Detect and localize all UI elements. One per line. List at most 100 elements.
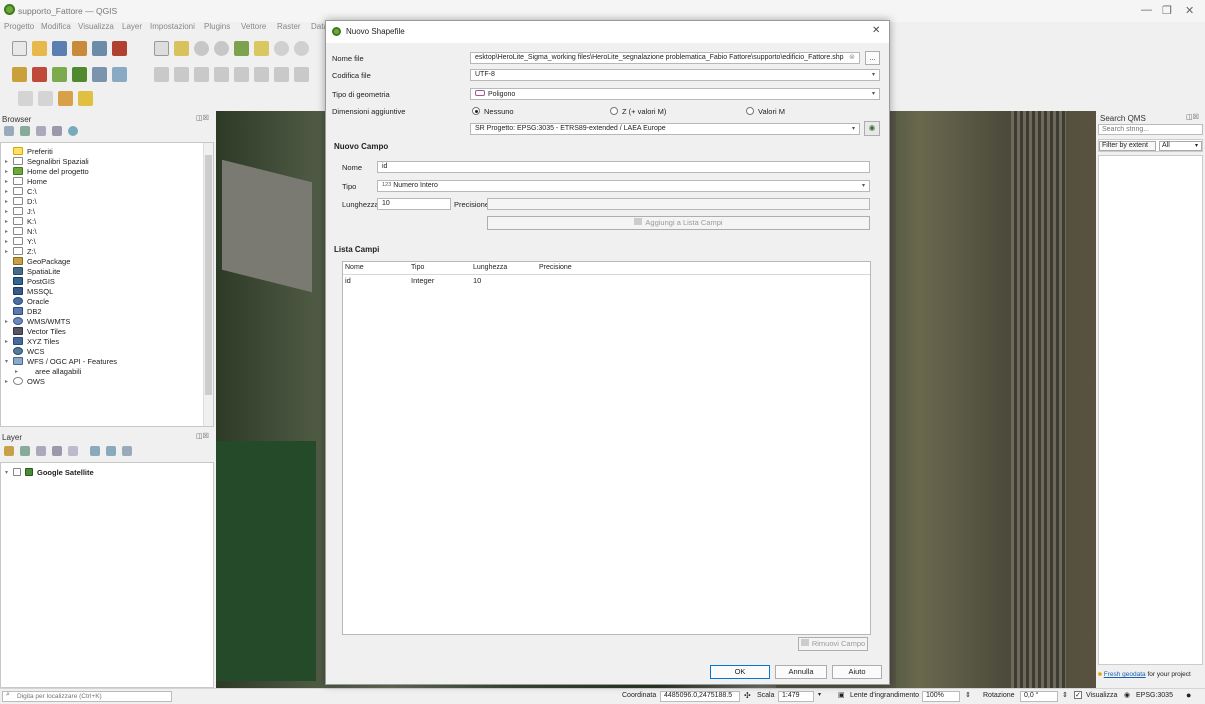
scrollbar-thumb[interactable] [205,155,212,395]
copy-features-icon[interactable] [214,67,229,82]
browser-item[interactable]: Vector Tiles [5,326,66,336]
deselect-icon[interactable] [58,91,73,106]
remove-field-button[interactable]: Rimuovi Campo [798,637,868,651]
zoom-out-icon[interactable] [214,41,229,56]
digitize-icon[interactable] [72,67,87,82]
file-path-input[interactable]: esktop\HeroLite_Sigma_working files\Hero… [470,52,860,64]
pan-icon[interactable] [154,41,169,56]
chevron-down-icon[interactable]: ▾ [818,691,821,698]
vertex-tool-icon[interactable] [112,67,127,82]
browse-file-button[interactable]: ... [865,51,880,65]
field-name-input[interactable]: id [377,161,870,173]
properties-icon[interactable] [68,126,78,136]
crs-select[interactable]: SR Progetto: EPSG:3035 - ETRS89-extended… [470,123,860,135]
style-manager-icon[interactable] [112,41,127,56]
column-header-name[interactable]: Nome [345,264,364,271]
add-feature-icon[interactable] [92,67,107,82]
browser-item[interactable]: ▸ Z:\ [5,246,36,256]
browser-item[interactable]: ▸ J:\ [5,206,35,216]
radio-z-m[interactable] [610,107,618,115]
layout-manager-icon[interactable] [92,41,107,56]
dock-close-icon[interactable]: ◫☒ [196,432,209,440]
browser-item[interactable]: ▸ N:\ [5,226,37,236]
layer-filter-icon[interactable] [52,446,62,456]
qms-filter-button[interactable]: Filter by extent [1099,141,1156,151]
browser-item[interactable]: ▸ D:\ [5,196,37,206]
field-length-input[interactable]: 10 [377,198,451,210]
spin-icon[interactable]: ⇕ [965,691,971,699]
cancel-button[interactable]: Annulla [775,665,827,679]
menu-impostazioni[interactable]: Impostazioni [150,22,195,31]
zoom-last-icon[interactable] [274,41,289,56]
zoom-full-icon[interactable] [234,41,249,56]
collapse-all-icon[interactable] [106,446,116,456]
browser-item[interactable]: WCS [5,346,45,356]
menu-layer[interactable]: Layer [122,22,142,31]
close-icon[interactable]: ✕ [872,25,880,36]
filter-icon[interactable] [36,126,46,136]
browser-item[interactable]: SpatiaLite [5,266,60,276]
radio-m[interactable] [746,107,754,115]
menu-visualizza[interactable]: Visualizza [78,22,114,31]
render-checkbox[interactable]: ✓ [1074,691,1082,699]
remove-layer-icon[interactable] [122,446,132,456]
pan-to-selection-icon[interactable] [174,41,189,56]
filter-expression-icon[interactable] [68,446,78,456]
messages-icon[interactable]: ● [1186,690,1191,700]
field-type-select[interactable]: 123 Numero Intero ▾ [377,180,870,192]
save-project-icon[interactable] [52,41,67,56]
label-tool-icon[interactable] [294,67,309,82]
coordinate-field[interactable]: 4485096.0,2475188.5 [660,691,740,702]
browser-item[interactable]: PostGIS [5,276,55,286]
redo-icon[interactable] [274,67,289,82]
toggle-extents-icon[interactable]: ✣ [744,691,751,700]
browser-item[interactable]: ▸ K:\ [5,216,36,226]
rotation-field[interactable]: 0,0 ° [1020,691,1058,702]
select-features-icon[interactable] [18,91,33,106]
browser-item[interactable]: DB2 [5,306,42,316]
minimize-icon[interactable]: — [1141,4,1152,16]
browser-item[interactable]: MSSQL [5,286,53,296]
browser-item[interactable]: Preferiti [5,146,53,156]
browser-item[interactable]: ▸ C:\ [5,186,37,196]
browser-scrollbar[interactable] [203,143,213,426]
field-precision-input[interactable] [487,198,870,210]
locator-input[interactable] [2,691,172,702]
refresh-icon[interactable] [20,126,30,136]
menu-raster[interactable]: Raster [277,22,301,31]
crs-selector-button[interactable]: ◉ [864,121,880,136]
browser-item[interactable]: ▸ Y:\ [5,236,36,246]
dock-close-icon[interactable]: ◫☒ [1186,113,1199,121]
browser-item[interactable]: ▸ Home [5,176,47,186]
cut-features-icon[interactable] [194,67,209,82]
browser-item[interactable]: ▸ XYZ Tiles [5,336,59,346]
menu-progetto[interactable]: Progetto [4,22,34,31]
zoom-next-icon[interactable] [294,41,309,56]
browser-item[interactable]: ▸ aree allagabili [15,366,81,376]
new-print-layout-icon[interactable] [72,41,87,56]
ok-button[interactable]: OK [710,665,770,679]
table-row[interactable]: id Integer 10 [343,276,870,286]
add-layers-icon[interactable] [4,126,14,136]
column-header-precision[interactable]: Precisione [539,264,572,271]
new-project-icon[interactable] [12,41,27,56]
paste-features-icon[interactable] [234,67,249,82]
crs-button[interactable]: EPSG:3035 [1136,692,1173,699]
browser-item[interactable]: ▸ WMS/WMTS [5,316,70,326]
visibility-icon[interactable] [36,446,46,456]
select-by-value-icon[interactable] [38,91,53,106]
modify-attributes-icon[interactable] [154,67,169,82]
browser-item[interactable]: Oracle [5,296,49,306]
clear-icon[interactable]: ⊗ [849,53,855,61]
dock-close-icon[interactable]: ◫☒ [196,114,209,122]
collapse-all-icon[interactable] [52,126,62,136]
encoding-select[interactable]: UTF-8 ▾ [470,69,880,81]
menu-vettore[interactable]: Vettore [241,22,266,31]
browser-item[interactable]: ▸ Segnalibri Spaziali [5,156,89,166]
delete-selected-icon[interactable] [174,67,189,82]
qms-search-input[interactable] [1098,124,1203,135]
help-button[interactable]: Aiuto [832,665,882,679]
current-edits-icon[interactable] [12,67,27,82]
browser-item[interactable]: GeoPackage [5,256,70,266]
style-panel-icon[interactable] [4,446,14,456]
